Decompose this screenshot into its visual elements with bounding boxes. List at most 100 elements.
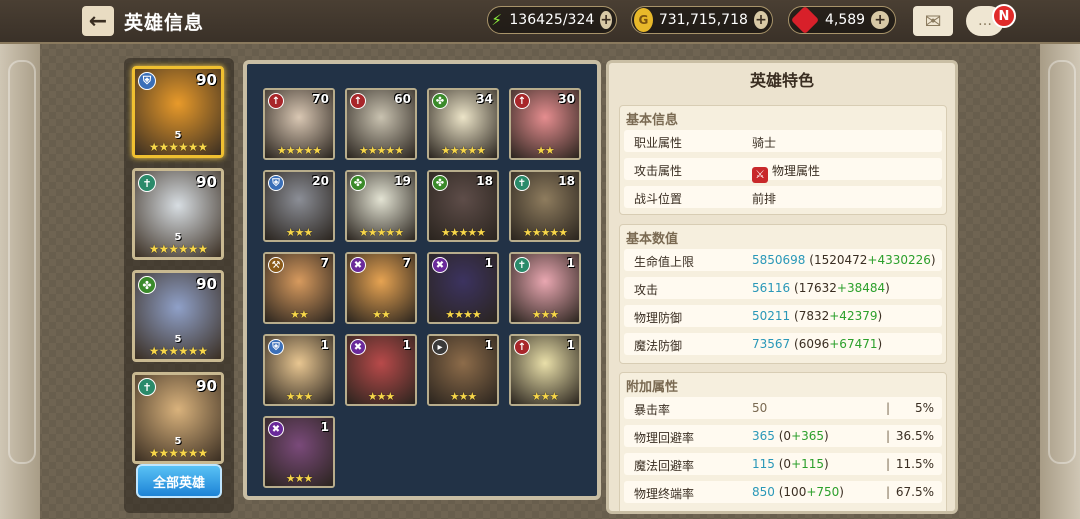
stat-separator: | bbox=[886, 401, 891, 415]
stat-bonus: +750 bbox=[806, 485, 840, 499]
stat-base: (17632 bbox=[794, 281, 837, 295]
gun-icon: ▸ bbox=[432, 339, 448, 355]
stat-base-value: 0 bbox=[783, 429, 792, 443]
add-gold-button[interactable]: + bbox=[753, 11, 768, 29]
stat-value: ⚔ 物理属性 bbox=[752, 162, 820, 183]
add-ruby-button[interactable]: + bbox=[871, 11, 890, 29]
grid-hero-card[interactable]: ✤ 34 ★★★★★ bbox=[427, 88, 499, 160]
basic-info-section: 基本信息 职业属性 骑士 攻击属性 ⚔ 物理属性 战斗位置 前排 bbox=[619, 105, 947, 215]
mail-button[interactable]: ✉ bbox=[913, 6, 953, 36]
extra-stat-row: 魔法回避率 115 (0+115) | 11.5% bbox=[624, 453, 942, 475]
hero-level: 1 bbox=[484, 256, 493, 270]
left-ornament bbox=[0, 0, 40, 519]
gold-coin-icon: G bbox=[634, 8, 653, 32]
stat-close-paren: ) bbox=[877, 309, 883, 323]
hero-level: 90 bbox=[196, 377, 217, 395]
roster-hero-card[interactable]: ✝ 90 5 ★★★★★★ bbox=[132, 372, 224, 464]
extra-stat-row: 物理终端率 850 (100+750) | 67.5% bbox=[624, 481, 942, 503]
star-rating: ★★★★★ bbox=[440, 226, 486, 239]
stat-row: 物理防御 50211 (7832+42379) bbox=[624, 305, 942, 327]
back-button[interactable]: ← bbox=[82, 6, 114, 36]
stat-row: 魔法防御 73567 (6096+67471) bbox=[624, 333, 942, 355]
grid-hero-card[interactable]: ✖ 1 ★★★ bbox=[345, 334, 417, 406]
hero-level: 60 bbox=[394, 92, 411, 106]
all-heroes-button[interactable]: 全部英雄 bbox=[136, 464, 222, 498]
grid-hero-card[interactable]: ↑ 60 ★★★★★ bbox=[345, 88, 417, 160]
hero-level: 7 bbox=[320, 256, 329, 270]
grid-hero-card[interactable]: ↑ 70 ★★★★★ bbox=[263, 88, 335, 160]
star-rating: ★★★★★ bbox=[276, 144, 322, 157]
stamina-value: 136425/324 bbox=[509, 12, 595, 28]
hero-roster-column: ⛨ 90 5 ★★★★★★ ✝ 90 5 ★★★★★★ ✤ 90 5 ★★★★★★ ✝ 90 5 ★★★★★★ bbox=[124, 58, 234, 513]
grid-hero-card[interactable]: ✖ 7 ★★ bbox=[345, 252, 417, 324]
grid-hero-card[interactable]: ↑ 1 ★★★ bbox=[509, 334, 581, 406]
stat-label: 攻击 bbox=[634, 283, 659, 297]
sword-icon: ↑ bbox=[268, 93, 284, 109]
grid-hero-card[interactable]: ✤ 18 ★★★★★ bbox=[427, 170, 499, 242]
cross-icon: ✝ bbox=[514, 257, 530, 273]
axe-icon: ⚒ bbox=[268, 257, 284, 273]
grid-hero-card[interactable]: ▸ 1 ★★★ bbox=[427, 334, 499, 406]
hero-level: 1 bbox=[566, 338, 575, 352]
stat-value: 前排 bbox=[752, 192, 777, 206]
cross-icon: ✝ bbox=[138, 378, 156, 396]
stat-total: 115 bbox=[752, 457, 775, 471]
sword-icon: ↑ bbox=[514, 339, 530, 355]
shield-icon: ⛨ bbox=[268, 175, 284, 191]
hero-level: 19 bbox=[394, 174, 411, 188]
basic-stats-heading: 基本数值 bbox=[626, 232, 679, 247]
shield-icon: ⛨ bbox=[268, 339, 284, 355]
stat-base: (1520472 bbox=[809, 253, 868, 267]
back-arrow-icon: ← bbox=[88, 8, 108, 34]
stat-separator: | bbox=[886, 429, 891, 443]
stamina-counter: ⚡ 136425/324 + bbox=[487, 6, 617, 34]
star-rating: ★★★★★★ bbox=[148, 344, 209, 358]
grid-hero-card[interactable]: ⛨ 20 ★★★ bbox=[263, 170, 335, 242]
roster-hero-card[interactable]: ⛨ 90 5 ★★★★★★ bbox=[132, 66, 224, 158]
grid-hero-card[interactable]: ✖ 1 ★★★ bbox=[263, 416, 335, 488]
roster-hero-card[interactable]: ✤ 90 5 ★★★★★★ bbox=[132, 270, 224, 362]
star-rating: ★★★★★★ bbox=[148, 140, 209, 154]
dagger-icon: ✖ bbox=[350, 257, 366, 273]
page-title: 英雄信息 bbox=[124, 12, 205, 34]
grid-hero-card[interactable]: ✖ 1 ★★★★ bbox=[427, 252, 499, 324]
stat-close-paren: ) bbox=[839, 485, 844, 499]
stat-base: (100 bbox=[778, 485, 807, 499]
grid-hero-card[interactable]: ↑ 30 ★★ bbox=[509, 88, 581, 160]
stat-total: 50211 bbox=[752, 309, 791, 323]
stat-bonus: +67471 bbox=[829, 337, 878, 351]
right-ornament bbox=[1040, 0, 1080, 519]
stat-label: 职业属性 bbox=[634, 136, 683, 150]
stat-base: (7832 bbox=[794, 309, 830, 323]
stat-close-paren: ) bbox=[824, 429, 829, 443]
hero-level: 1 bbox=[566, 256, 575, 270]
stat-base-value: 100 bbox=[783, 485, 807, 499]
stat-total: 5850698 bbox=[752, 253, 806, 267]
hero-level: 18 bbox=[558, 174, 575, 188]
star-rating: ★★★ bbox=[285, 472, 314, 485]
stat-close-paren: ) bbox=[930, 253, 936, 267]
stat-percent: 67.5% bbox=[895, 485, 934, 499]
grid-hero-card[interactable]: ✝ 18 ★★★★★ bbox=[509, 170, 581, 242]
star-rating: ★★★★★★ bbox=[148, 446, 209, 460]
extra-stat-row: 物理回避率 365 (0+365) | 36.5% bbox=[624, 425, 942, 447]
sword-icon: ↑ bbox=[514, 93, 530, 109]
stat-base: (6096 bbox=[794, 337, 830, 351]
stat-bonus: +365 bbox=[791, 429, 825, 443]
stat-value: 365 (0+365) bbox=[752, 429, 829, 443]
stat-value: 5850698 (1520472+4330226) bbox=[752, 253, 936, 267]
roster-hero-card[interactable]: ✝ 90 5 ★★★★★★ bbox=[132, 168, 224, 260]
grid-hero-card[interactable]: ⚒ 7 ★★ bbox=[263, 252, 335, 324]
stat-label: 魔法防御 bbox=[634, 339, 683, 353]
grid-hero-card[interactable]: ✝ 1 ★★★ bbox=[509, 252, 581, 324]
stat-label: 物理防御 bbox=[634, 311, 683, 325]
sword-icon: ↑ bbox=[350, 93, 366, 109]
grid-hero-card[interactable]: ✤ 19 ★★★★★ bbox=[345, 170, 417, 242]
top-bar: ← 英雄信息 ⚡ 136425/324 + G 731,715,718 + 4,… bbox=[0, 0, 1080, 44]
add-stamina-button[interactable]: + bbox=[600, 11, 612, 29]
star-rating: ★★ bbox=[536, 144, 555, 157]
star-rating: ★★ bbox=[372, 308, 391, 321]
dagger-icon: ✖ bbox=[350, 339, 366, 355]
grid-hero-card[interactable]: ⛨ 1 ★★★ bbox=[263, 334, 335, 406]
arrow-icon: ✤ bbox=[432, 93, 448, 109]
